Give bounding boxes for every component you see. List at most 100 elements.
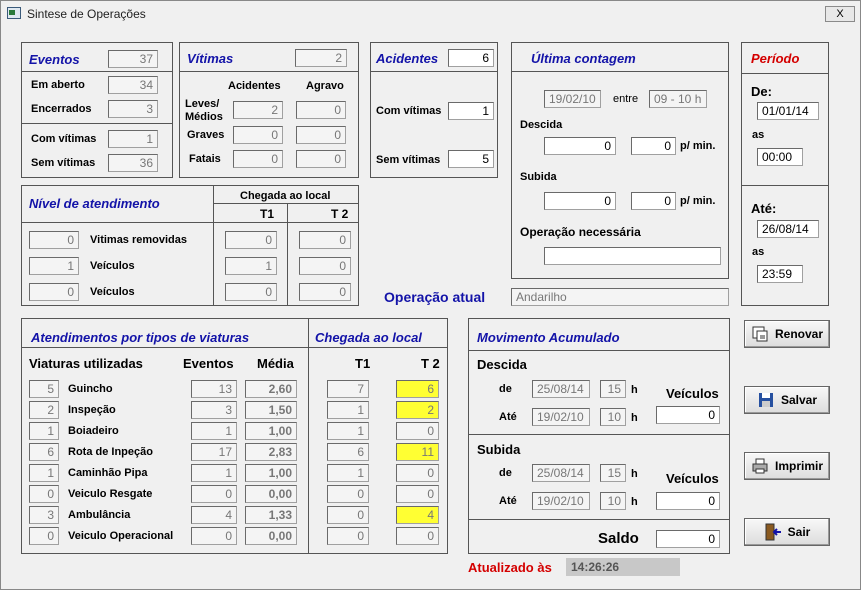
graves-label: Graves [187, 129, 225, 141]
viatura-label: Caminhão Pipa [68, 467, 148, 479]
vitimas-header: Vítimas [187, 51, 234, 66]
imprimir-button[interactable]: Imprimir [744, 452, 830, 480]
nivel-row-label: Veículos [90, 260, 135, 272]
ate-label: Até: [751, 201, 777, 216]
window-title: Sintese de Operações [27, 7, 146, 21]
eventos-header: Eventos [29, 52, 80, 67]
mov-descida-ate-hour: 10 [600, 408, 626, 426]
sair-button[interactable]: Sair [744, 518, 830, 546]
descida-rate: 0 [631, 137, 676, 155]
operacao-necessaria-field[interactable] [544, 247, 721, 265]
nivel-count: 1 [29, 257, 79, 275]
graves-agravo: 0 [296, 126, 346, 144]
vitimas-total: 2 [295, 49, 347, 67]
mov-descida-h-label: h [631, 384, 638, 396]
nivel-count: 0 [29, 283, 79, 301]
viatura-t2: 4 [396, 506, 439, 524]
viaturas-chegada-header: Chegada ao local [315, 330, 422, 345]
viatura-t1: 0 [327, 506, 369, 524]
nivel-row-label: Veículos [90, 286, 135, 298]
renovar-button[interactable]: Renovar [744, 320, 830, 348]
saldo-value: 0 [656, 530, 720, 548]
viatura-count: 3 [29, 506, 59, 524]
viatura-media: 0,00 [245, 485, 297, 503]
mov-subida-ate-label: Até [499, 495, 517, 507]
ate-time-field[interactable]: 23:59 [757, 265, 803, 283]
acid-com-vitimas-label: Com vítimas [376, 105, 442, 117]
nivel-row-label: Vitimas removidas [90, 234, 188, 246]
imprimir-label: Imprimir [774, 459, 823, 473]
mov-descida-de-date: 25/08/14 [532, 380, 590, 398]
ultima-contagem-panel [511, 42, 729, 279]
graves-acidentes: 0 [233, 126, 283, 144]
mov-descida-de-label: de [499, 383, 512, 395]
viatura-eventos: 3 [191, 401, 237, 419]
viatura-media: 1,50 [245, 401, 297, 419]
divider [213, 203, 359, 204]
viatura-media: 1,00 [245, 464, 297, 482]
divider [21, 222, 359, 223]
mov-subida-de-hour: 15 [600, 464, 626, 482]
mov-descida-de-hour: 15 [600, 380, 626, 398]
main-window: Sintese de Operações X Eventos 3 7 Em abe… [0, 0, 861, 590]
subida-pmin-label: p/ min. [680, 195, 716, 207]
viatura-label: Ambulância [68, 509, 131, 521]
com-vitimas-label: Com vítimas [31, 133, 97, 145]
viatura-label: Boiadeiro [68, 425, 119, 437]
descida-pmin-label: p/ min. [680, 140, 716, 152]
de-label: De: [751, 84, 772, 99]
viatura-media: 0,00 [245, 527, 297, 545]
close-button[interactable]: X [825, 6, 855, 22]
mov-subida-h-label: h [631, 468, 638, 480]
viaturas-util-header: Viaturas utilizadas [29, 356, 143, 371]
mov-subida-de-label: de [499, 467, 512, 479]
acid-sem-vitimas-value: 5 [448, 150, 494, 168]
viatura-eventos: 0 [191, 485, 237, 503]
viatura-t1: 1 [327, 422, 369, 440]
app-icon [7, 7, 21, 19]
encerrados-value: 3 [108, 100, 158, 118]
title-bar: Sintese de Operações X [1, 1, 860, 27]
em-aberto-label: Em aberto [31, 79, 85, 91]
subida-value: 0 [544, 192, 616, 210]
movimento-header: Movimento Acumulado [477, 330, 620, 345]
viatura-label: Inspeção [68, 404, 116, 416]
fatais-label: Fatais [189, 153, 221, 165]
sem-vitimas-value: 36 [108, 154, 158, 172]
viatura-t1: 1 [327, 401, 369, 419]
divider [468, 519, 730, 520]
nivel-t2-value: 0 [299, 283, 351, 301]
renovar-label: Renovar [774, 327, 824, 341]
viatura-count: 0 [29, 485, 59, 503]
ate-date-field[interactable]: 26/08/14 [757, 220, 819, 238]
periodo-header: Período [751, 51, 800, 66]
viatura-eventos: 1 [191, 464, 237, 482]
com-vitimas-value: 1 [108, 130, 158, 148]
viatura-t1: 7 [327, 380, 369, 398]
viatura-t2: 0 [396, 527, 439, 545]
descida-label: Descida [520, 119, 563, 131]
viatura-media: 2,60 [245, 380, 297, 398]
nivel-t1-value: 1 [225, 257, 277, 275]
viaturas-t2-header: T 2 [421, 356, 440, 371]
viatura-count: 6 [29, 443, 59, 461]
viatura-label: Rota de Inpeção [68, 446, 153, 458]
nivel-t1-value: 0 [225, 231, 277, 249]
leves-agravo: 0 [296, 101, 346, 119]
mov-descida-label: Descida [477, 357, 527, 372]
divider [179, 71, 359, 72]
fatais-acidentes: 0 [233, 150, 283, 168]
salvar-button[interactable]: Salvar [744, 386, 830, 414]
de-time-field[interactable]: 00:00 [757, 148, 803, 166]
viatura-eventos: 0 [191, 527, 237, 545]
de-date-field[interactable]: 01/01/14 [757, 102, 819, 120]
viatura-label: Veiculo Operacional [68, 530, 174, 542]
viatura-count: 1 [29, 464, 59, 482]
leves-acidentes: 2 [233, 101, 283, 119]
viatura-t2: 0 [396, 464, 439, 482]
operacao-atual-field: Andarilho [511, 288, 729, 306]
viaturas-eventos-header: Eventos [183, 356, 234, 371]
viatura-count: 2 [29, 401, 59, 419]
sem-vitimas-label: Sem vítimas [31, 157, 96, 169]
ultima-contagem-header: Última contagem [531, 51, 636, 66]
